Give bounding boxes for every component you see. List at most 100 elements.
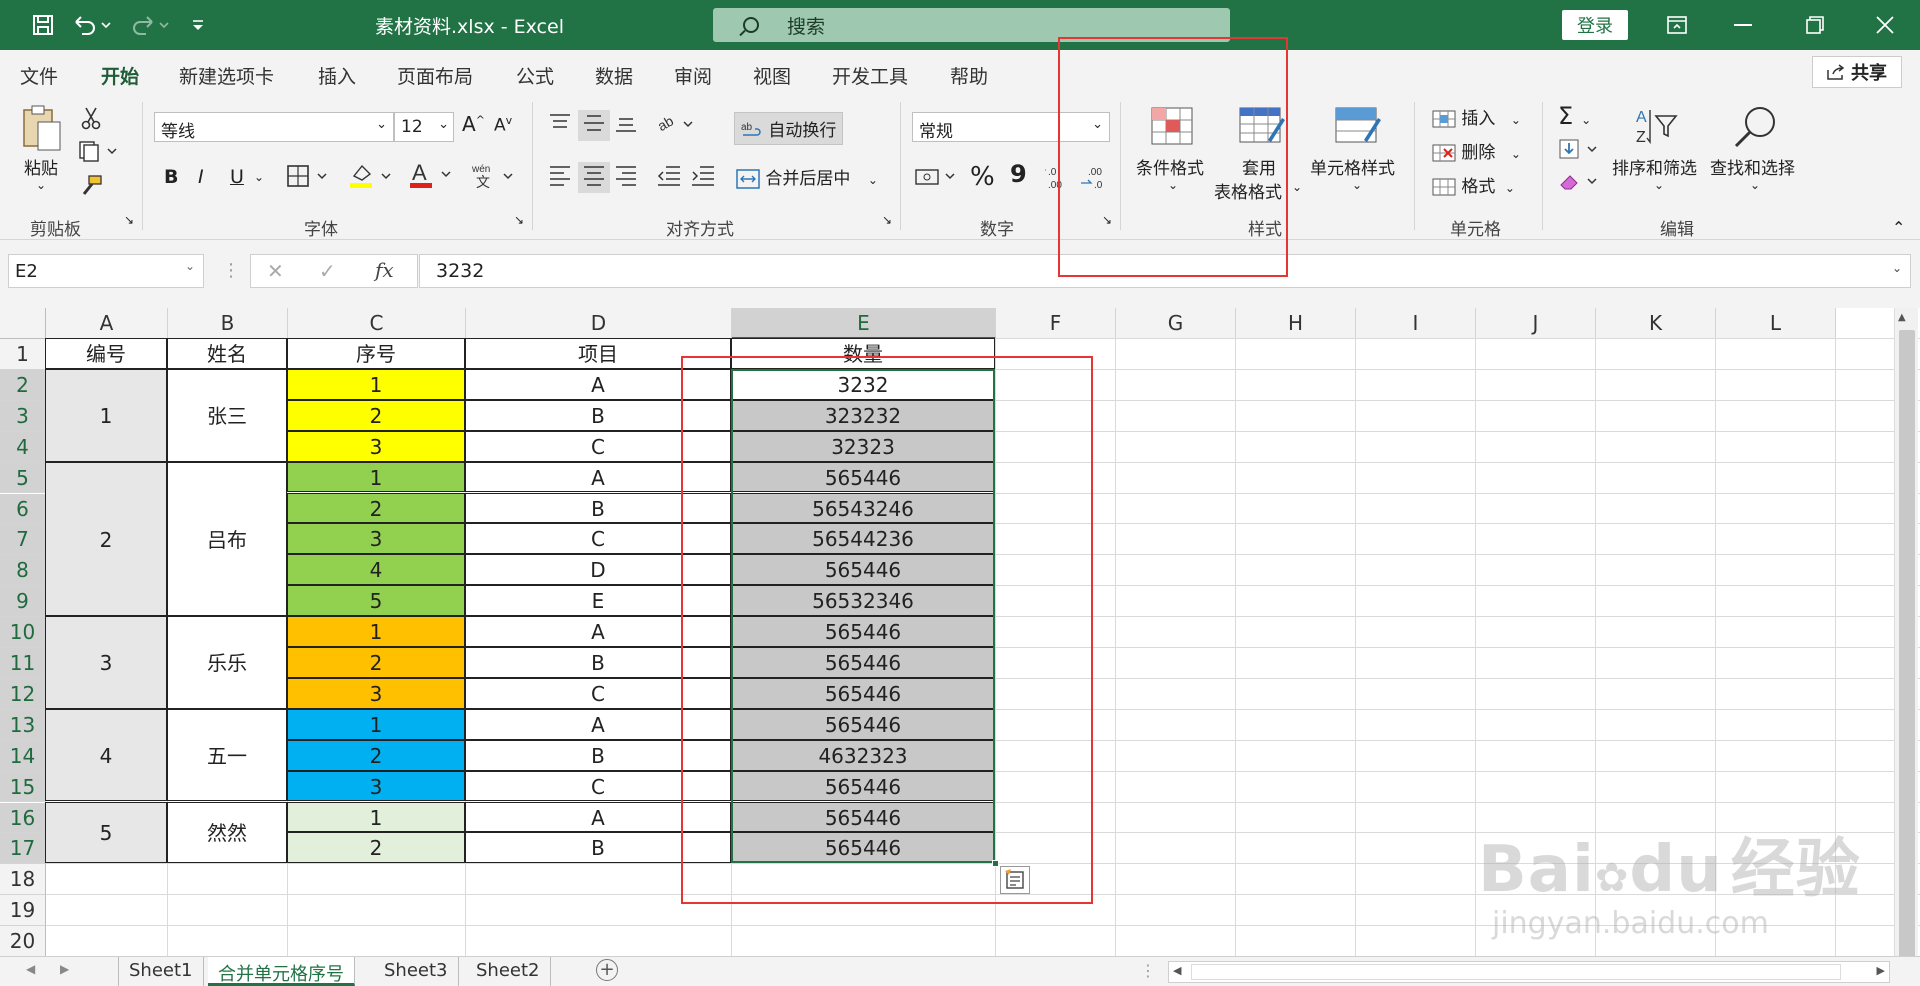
add-sheet-icon[interactable]: +: [596, 959, 618, 981]
merged-id-cell[interactable]: 3: [45, 616, 167, 709]
phonetic-icon[interactable]: wén 文: [470, 162, 516, 195]
column-header[interactable]: B: [168, 308, 288, 339]
increase-indent-icon[interactable]: [690, 164, 716, 191]
chevron-down-icon[interactable]: ⌄: [1292, 180, 1302, 194]
tab-view[interactable]: 视图: [753, 62, 791, 89]
horizontal-scrollbar[interactable]: ◀ ▶: [1168, 961, 1890, 983]
delete-cells-button[interactable]: 删除 ⌄: [1432, 138, 1521, 163]
cancel-icon[interactable]: ✕: [267, 259, 284, 283]
clear-icon[interactable]: [1558, 170, 1602, 199]
paste-button[interactable]: 粘贴: [24, 154, 58, 179]
seq-cell[interactable]: 1: [287, 616, 465, 647]
row-header[interactable]: 6: [0, 493, 46, 525]
merged-name-cell[interactable]: 张三: [167, 368, 287, 462]
enter-icon[interactable]: ✓: [319, 259, 336, 283]
row-header[interactable]: 18: [0, 864, 46, 896]
scroll-right-icon[interactable]: ▶: [1877, 964, 1885, 977]
tab-data[interactable]: 数据: [595, 62, 633, 89]
format-cells-button[interactable]: 格式 ⌄: [1432, 172, 1515, 197]
column-header[interactable]: J: [1476, 308, 1596, 339]
ribbon-display-icon[interactable]: [1654, 10, 1700, 40]
header-cell[interactable]: 姓名: [167, 338, 287, 369]
select-all-corner[interactable]: [0, 308, 46, 339]
seq-cell[interactable]: 4: [287, 554, 465, 586]
scroll-up-icon[interactable]: ▲: [1898, 312, 1906, 323]
tab-formulas[interactable]: 公式: [516, 62, 554, 89]
align-center-icon[interactable]: [578, 162, 610, 193]
font-color-icon[interactable]: A: [408, 160, 456, 195]
fill-color-icon[interactable]: [348, 162, 396, 195]
seq-cell[interactable]: 2: [287, 647, 465, 678]
alignment-launcher-icon[interactable]: ↘: [882, 213, 892, 227]
seq-cell[interactable]: 3: [287, 523, 465, 555]
undo-icon[interactable]: [68, 10, 116, 40]
insert-function-icon[interactable]: fx: [375, 258, 394, 282]
column-header[interactable]: K: [1596, 308, 1716, 339]
sort-filter-icon[interactable]: AZ: [1634, 106, 1680, 153]
seq-cell[interactable]: 5: [287, 585, 465, 617]
bold-button[interactable]: B: [164, 166, 178, 188]
h-scroll-thumb[interactable]: [1191, 964, 1841, 980]
column-header[interactable]: I: [1356, 308, 1476, 339]
share-button[interactable]: 共享: [1812, 56, 1902, 88]
row-header[interactable]: 2: [0, 369, 46, 401]
paste-dropdown-icon[interactable]: ⌄: [36, 178, 46, 192]
merged-id-cell[interactable]: 4: [45, 708, 167, 802]
login-button[interactable]: 登录: [1562, 10, 1628, 40]
chevron-down-icon[interactable]: ⌄: [1352, 178, 1362, 192]
seq-cell[interactable]: 2: [287, 739, 465, 771]
insert-cells-button[interactable]: 插入 ⌄: [1432, 104, 1521, 129]
merged-id-cell[interactable]: 2: [45, 461, 167, 617]
column-header[interactable]: F: [996, 308, 1116, 339]
align-left-icon[interactable]: [548, 164, 572, 191]
column-header[interactable]: A: [46, 308, 168, 339]
autosum-icon[interactable]: Σ ⌄: [1558, 102, 1591, 130]
restore-icon[interactable]: [1792, 10, 1838, 40]
row-header[interactable]: 1: [0, 339, 46, 370]
seq-cell[interactable]: 3: [287, 677, 465, 709]
header-cell[interactable]: 编号: [45, 338, 167, 369]
percent-button[interactable]: %: [970, 162, 995, 192]
header-cell[interactable]: 序号: [287, 338, 465, 369]
column-header[interactable]: G: [1116, 308, 1236, 339]
borders-icon[interactable]: [286, 164, 330, 193]
row-header[interactable]: 16: [0, 802, 46, 834]
merge-center-button[interactable]: 合并后居中 ⌄: [736, 164, 878, 190]
tab-file[interactable]: 文件: [20, 62, 58, 89]
tab-page-layout[interactable]: 页面布局: [397, 62, 473, 89]
find-select-icon[interactable]: [1732, 104, 1780, 155]
name-box[interactable]: E2 ⌄: [8, 254, 204, 288]
find-select-button[interactable]: 查找和选择: [1710, 154, 1795, 179]
column-header[interactable]: E: [732, 308, 996, 339]
row-header[interactable]: 11: [0, 648, 46, 679]
cell-styles-icon[interactable]: [1334, 106, 1382, 151]
row-header[interactable]: 8: [0, 555, 46, 587]
copy-icon[interactable]: [78, 140, 118, 167]
sort-filter-button[interactable]: 排序和筛选: [1612, 154, 1697, 179]
align-right-icon[interactable]: [614, 164, 638, 191]
row-header[interactable]: 10: [0, 617, 46, 648]
scroll-thumb[interactable]: [1899, 330, 1915, 970]
font-size-select[interactable]: 12 ⌄: [394, 112, 454, 142]
tab-insert[interactable]: 插入: [318, 62, 356, 89]
comma-style-button[interactable]: 9: [1010, 160, 1027, 188]
seq-cell[interactable]: 2: [287, 399, 465, 431]
row-header[interactable]: 15: [0, 771, 46, 803]
tab-review[interactable]: 审阅: [674, 62, 712, 89]
align-top-icon[interactable]: [548, 112, 572, 139]
tab-new-tab[interactable]: 新建选项卡: [179, 62, 274, 89]
seq-cell[interactable]: 1: [287, 801, 465, 833]
merged-id-cell[interactable]: 5: [45, 801, 167, 864]
seq-cell[interactable]: 1: [287, 368, 465, 400]
column-header[interactable]: D: [466, 308, 732, 339]
clipboard-launcher-icon[interactable]: ↘: [124, 213, 134, 227]
customize-quick-access-icon[interactable]: [186, 10, 210, 40]
collapse-ribbon-icon[interactable]: ⌃: [1892, 218, 1905, 237]
merged-name-cell[interactable]: 吕布: [167, 461, 287, 617]
tab-help[interactable]: 帮助: [950, 62, 988, 89]
column-header[interactable]: C: [288, 308, 466, 339]
close-icon[interactable]: [1862, 10, 1908, 40]
merged-id-cell[interactable]: 1: [45, 368, 167, 462]
seq-cell[interactable]: 2: [287, 832, 465, 864]
scroll-left-icon[interactable]: ◀: [1173, 964, 1181, 977]
